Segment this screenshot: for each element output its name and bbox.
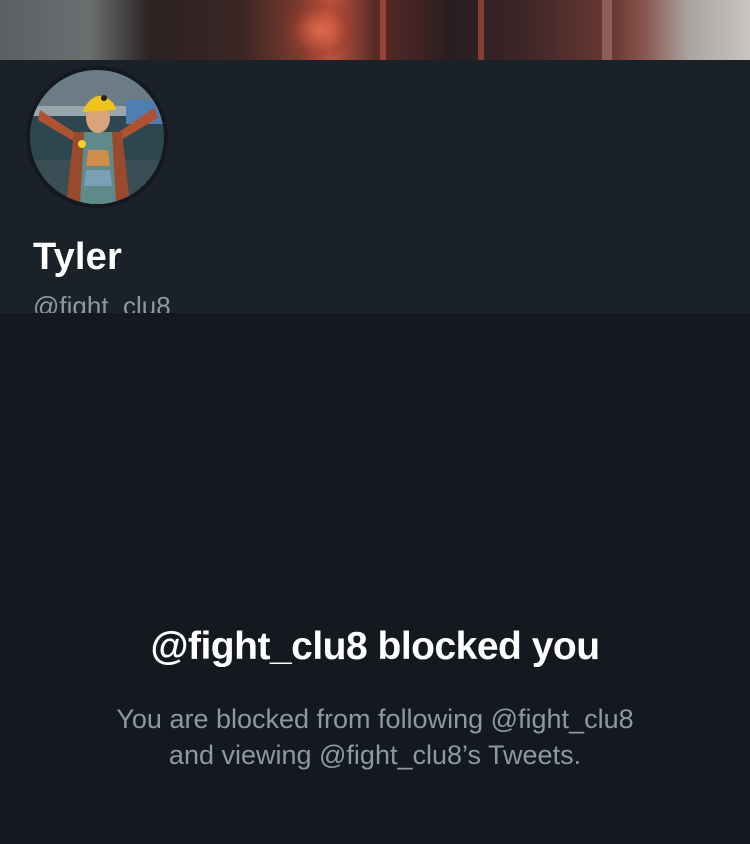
blocked-title: @fight_clu8 blocked you — [150, 625, 600, 668]
banner-detail — [380, 0, 386, 60]
profile-header: Tyler @fight_clu8 — [0, 60, 750, 321]
banner-detail — [478, 0, 484, 60]
blocked-notice: @fight_clu8 blocked you You are blocked … — [0, 313, 750, 844]
blocked-description-line: You are blocked from following @fight_cl… — [116, 704, 634, 734]
banner-light — [285, 0, 355, 60]
profile-banner-image[interactable] — [0, 0, 750, 60]
profile-page: Tyler @fight_clu8 @fight_clu8 blocked yo… — [0, 0, 750, 844]
avatar[interactable] — [26, 66, 168, 208]
blocked-description-line: and viewing @fight_clu8’s Tweets. — [168, 740, 582, 770]
display-name: Tyler — [33, 236, 123, 278]
banner-detail — [602, 0, 612, 60]
blocked-description: You are blocked from following @fight_cl… — [60, 701, 690, 773]
avatar-image — [30, 70, 164, 204]
